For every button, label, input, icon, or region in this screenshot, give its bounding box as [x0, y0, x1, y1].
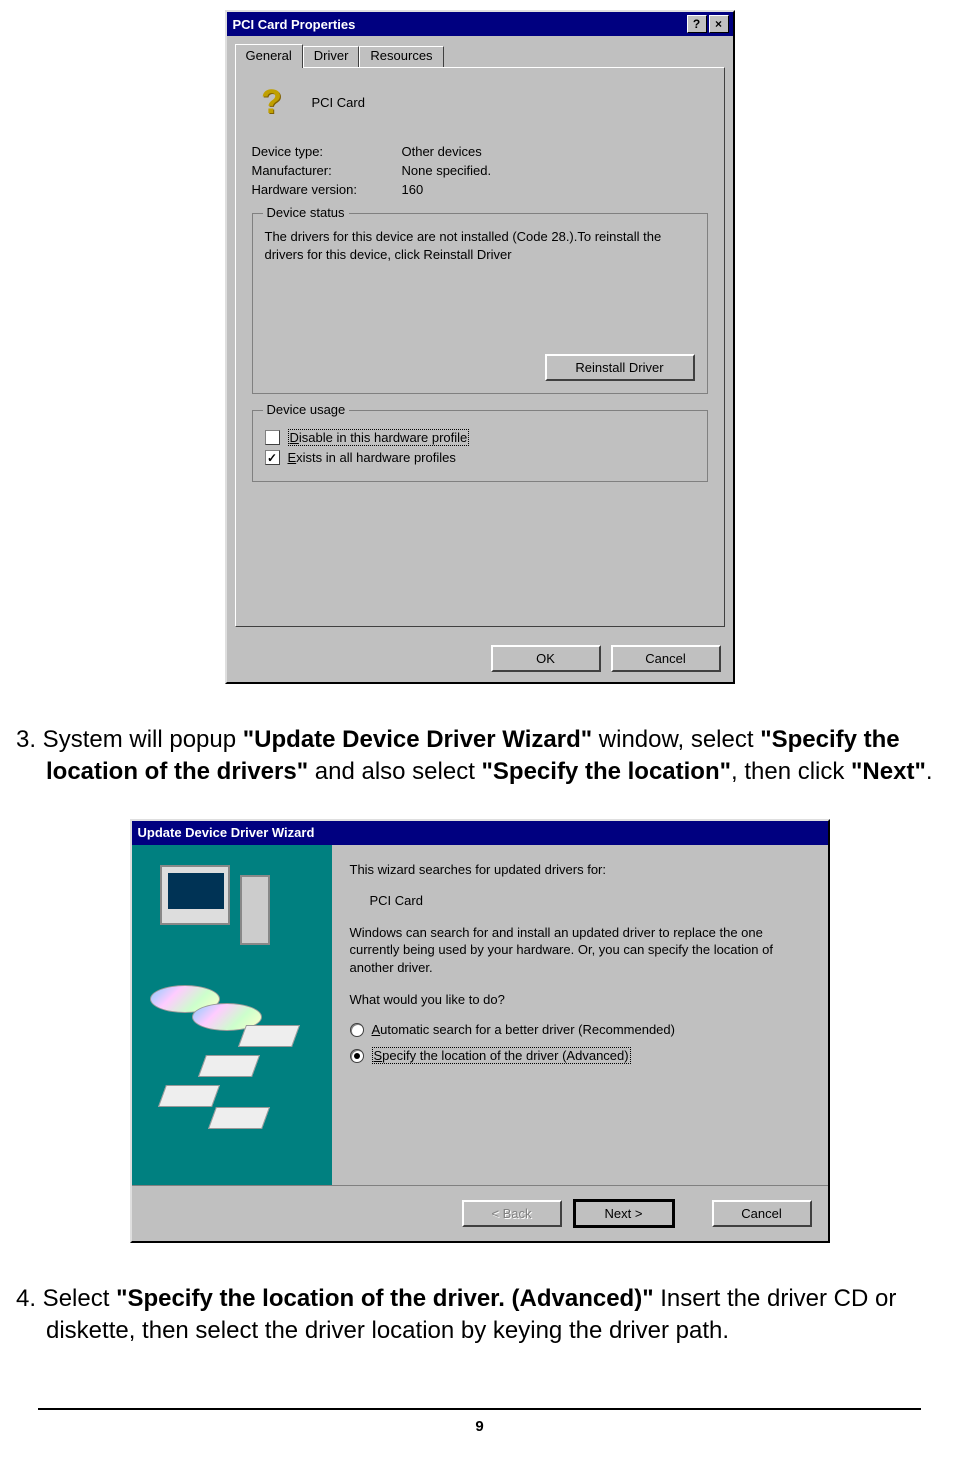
device-status-legend: Device status: [263, 205, 349, 220]
tab-resources[interactable]: Resources: [359, 46, 443, 67]
wizard-content: This wizard searches for updated drivers…: [332, 845, 828, 1185]
device-type-value: Other devices: [402, 144, 482, 159]
wizard-footer: < Back Next > Cancel: [132, 1185, 828, 1241]
radio-specify-label: Specify the location of the driver (Adva…: [372, 1047, 631, 1064]
wizard-sidebar-image: [132, 845, 332, 1185]
cancel-button[interactable]: Cancel: [611, 645, 721, 672]
disable-profile-label: Disable in this hardware profile: [288, 429, 470, 446]
close-button[interactable]: ×: [709, 15, 729, 33]
device-name: PCI Card: [312, 95, 365, 110]
ok-button[interactable]: OK: [491, 645, 601, 672]
step-4-text: 4. Select "Specify the location of the d…: [16, 1283, 943, 1348]
dialog-title: Update Device Driver Wizard: [136, 825, 824, 840]
radio-automatic-search[interactable]: [350, 1023, 364, 1037]
dialog-title: PCI Card Properties: [231, 17, 685, 32]
help-button[interactable]: ?: [687, 15, 707, 33]
tabstrip: General Driver Resources: [227, 36, 733, 67]
hardware-version-value: 160: [402, 182, 424, 197]
exists-profiles-label: Exists in all hardware profiles: [288, 450, 456, 465]
wizard-intro: This wizard searches for updated drivers…: [350, 861, 810, 879]
question-icon: ?: [252, 82, 292, 122]
wizard-device: PCI Card: [350, 892, 810, 910]
device-status-text: The drivers for this device are not inst…: [265, 228, 695, 348]
pci-properties-dialog: PCI Card Properties ? × General Driver R…: [225, 10, 735, 684]
next-button[interactable]: Next >: [574, 1200, 674, 1227]
device-usage-legend: Device usage: [263, 402, 350, 417]
disable-profile-checkbox[interactable]: [265, 430, 280, 445]
wizard-description: Windows can search for and install an up…: [350, 924, 810, 977]
page-number: 9: [8, 1418, 951, 1435]
device-status-group: Device status The drivers for this devic…: [252, 213, 708, 394]
wizard-body: This wizard searches for updated drivers…: [132, 845, 828, 1185]
tab-driver[interactable]: Driver: [303, 46, 360, 67]
step-3-text: 3. System will popup "Update Device Driv…: [16, 724, 943, 789]
manufacturer-label: Manufacturer:: [252, 163, 402, 178]
footer-rule: [38, 1408, 921, 1410]
tab-general[interactable]: General: [235, 44, 303, 68]
radio-automatic-label: Automatic search for a better driver (Re…: [372, 1022, 675, 1037]
exists-profiles-checkbox[interactable]: [265, 450, 280, 465]
titlebar: Update Device Driver Wizard: [132, 821, 828, 845]
device-type-label: Device type:: [252, 144, 402, 159]
wizard-question: What would you like to do?: [350, 991, 810, 1009]
cancel-button[interactable]: Cancel: [712, 1200, 812, 1227]
back-button: < Back: [462, 1200, 562, 1227]
dialog-footer: OK Cancel: [227, 635, 733, 682]
reinstall-driver-button[interactable]: Reinstall Driver: [545, 354, 695, 381]
device-usage-group: Device usage Disable in this hardware pr…: [252, 410, 708, 482]
hardware-version-label: Hardware version:: [252, 182, 402, 197]
manufacturer-value: None specified.: [402, 163, 492, 178]
titlebar: PCI Card Properties ? ×: [227, 12, 733, 36]
update-driver-wizard-dialog: Update Device Driver Wizard This wizard …: [130, 819, 830, 1243]
tab-body: ? PCI Card Device type: Other devices Ma…: [235, 67, 725, 627]
radio-specify-location[interactable]: [350, 1049, 364, 1063]
